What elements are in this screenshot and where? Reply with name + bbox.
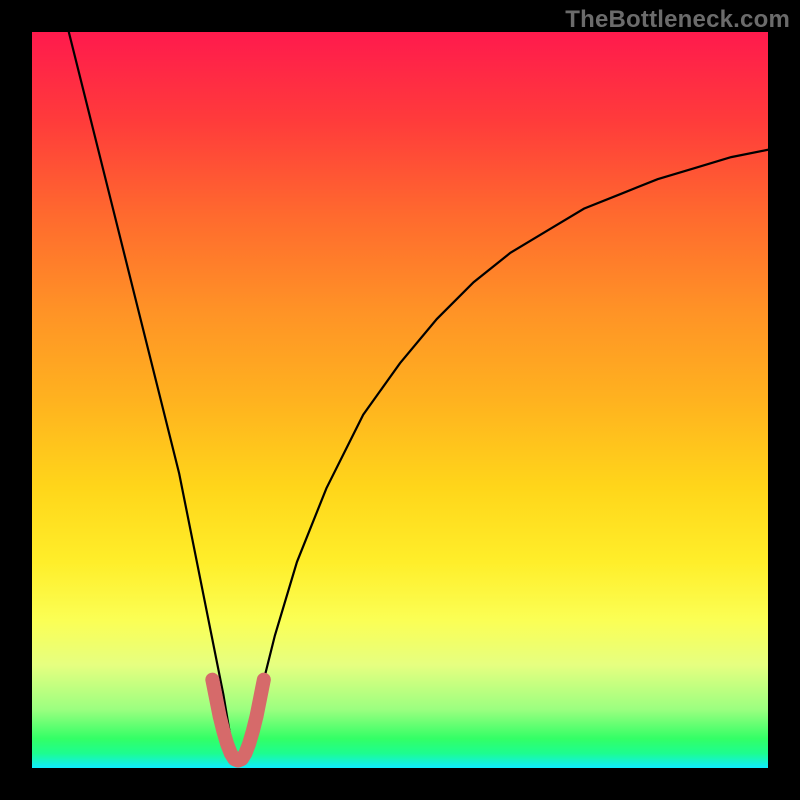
chart-area bbox=[32, 32, 768, 768]
highlight-u bbox=[212, 680, 264, 761]
bottleneck-curve bbox=[69, 32, 768, 761]
watermark-text: TheBottleneck.com bbox=[565, 6, 790, 34]
chart-svg bbox=[32, 32, 768, 768]
